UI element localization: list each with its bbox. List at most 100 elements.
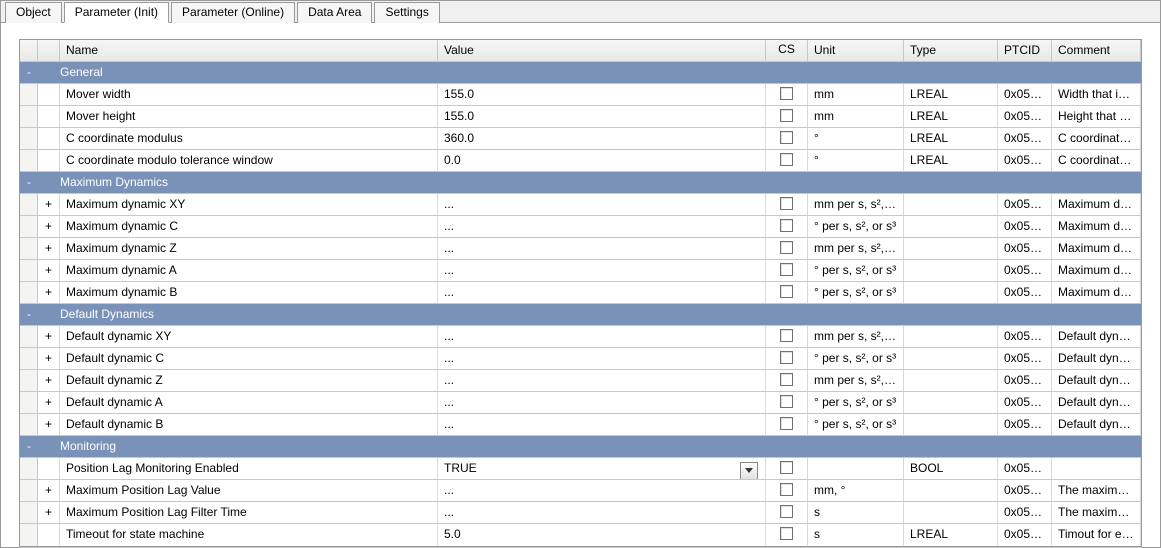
cell-cs[interactable] bbox=[766, 260, 808, 281]
cell-value[interactable]: ... bbox=[444, 219, 454, 233]
cell-value[interactable]: TRUE bbox=[444, 461, 477, 475]
checkbox[interactable] bbox=[780, 373, 793, 386]
group-row[interactable]: -Default Dynamics bbox=[20, 304, 1141, 326]
cell-cs[interactable] bbox=[766, 106, 808, 127]
cell-cs[interactable] bbox=[766, 524, 808, 546]
cell-cs[interactable] bbox=[766, 502, 808, 523]
cell-value[interactable]: 360.0 bbox=[444, 131, 474, 145]
cell-value-wrap[interactable]: 360.0 bbox=[438, 128, 766, 149]
tab-object[interactable]: Object bbox=[5, 2, 62, 23]
cell-value[interactable]: ... bbox=[444, 373, 454, 387]
cell-value[interactable]: ... bbox=[444, 395, 454, 409]
checkbox[interactable] bbox=[780, 219, 793, 232]
checkbox[interactable] bbox=[780, 527, 793, 540]
cell-value[interactable]: 155.0 bbox=[444, 87, 474, 101]
collapse-icon[interactable]: - bbox=[20, 62, 38, 83]
checkbox[interactable] bbox=[780, 241, 793, 254]
expand-icon[interactable]: + bbox=[38, 348, 60, 369]
header-name[interactable]: Name bbox=[60, 40, 438, 61]
cell-value-wrap[interactable]: ... bbox=[438, 260, 766, 281]
cell-value-wrap[interactable]: ... bbox=[438, 414, 766, 435]
cell-cs[interactable] bbox=[766, 458, 808, 479]
cell-value[interactable]: 0.0 bbox=[444, 153, 461, 167]
cell-value[interactable]: ... bbox=[444, 241, 454, 255]
cell-cs[interactable] bbox=[766, 282, 808, 303]
collapse-icon[interactable]: - bbox=[20, 436, 38, 457]
dropdown-button[interactable] bbox=[740, 462, 758, 479]
checkbox[interactable] bbox=[780, 417, 793, 430]
cell-value-wrap[interactable]: ... bbox=[438, 238, 766, 259]
cell-cs[interactable] bbox=[766, 348, 808, 369]
group-row[interactable]: -General bbox=[20, 62, 1141, 84]
expand-icon[interactable]: + bbox=[38, 326, 60, 347]
checkbox[interactable] bbox=[780, 131, 793, 144]
expand-icon[interactable]: + bbox=[38, 370, 60, 391]
checkbox[interactable] bbox=[780, 461, 793, 474]
header-comment[interactable]: Comment bbox=[1052, 40, 1141, 61]
checkbox[interactable] bbox=[780, 329, 793, 342]
cell-value-wrap[interactable]: ... bbox=[438, 326, 766, 347]
cell-value-wrap[interactable]: TRUE bbox=[438, 458, 766, 479]
checkbox[interactable] bbox=[780, 505, 793, 518]
tab-data-area[interactable]: Data Area bbox=[297, 2, 372, 23]
header-value[interactable]: Value bbox=[438, 40, 766, 61]
checkbox[interactable] bbox=[780, 197, 793, 210]
expand-icon[interactable]: + bbox=[38, 480, 60, 501]
tab-parameter-online-[interactable]: Parameter (Online) bbox=[171, 2, 295, 23]
checkbox[interactable] bbox=[780, 87, 793, 100]
cell-value-wrap[interactable]: ... bbox=[438, 216, 766, 237]
cell-value[interactable]: ... bbox=[444, 417, 454, 431]
checkbox[interactable] bbox=[780, 109, 793, 122]
cell-cs[interactable] bbox=[766, 392, 808, 413]
cell-value[interactable]: ... bbox=[444, 285, 454, 299]
cell-value-wrap[interactable]: ... bbox=[438, 348, 766, 369]
cell-cs[interactable] bbox=[766, 84, 808, 105]
cell-value[interactable]: ... bbox=[444, 263, 454, 277]
cell-value-wrap[interactable]: ... bbox=[438, 480, 766, 501]
cell-value[interactable]: 5.0 bbox=[444, 527, 461, 541]
checkbox[interactable] bbox=[780, 395, 793, 408]
cell-cs[interactable] bbox=[766, 480, 808, 501]
expand-icon[interactable]: + bbox=[38, 260, 60, 281]
cell-value-wrap[interactable]: ... bbox=[438, 194, 766, 215]
cell-cs[interactable] bbox=[766, 194, 808, 215]
checkbox[interactable] bbox=[780, 263, 793, 276]
expand-icon[interactable]: + bbox=[38, 194, 60, 215]
cell-cs[interactable] bbox=[766, 128, 808, 149]
cell-value[interactable]: ... bbox=[444, 329, 454, 343]
header-cs[interactable]: CS bbox=[766, 40, 808, 61]
expand-icon[interactable]: + bbox=[38, 414, 60, 435]
cell-value-wrap[interactable]: 155.0 bbox=[438, 106, 766, 127]
checkbox[interactable] bbox=[780, 351, 793, 364]
cell-cs[interactable] bbox=[766, 238, 808, 259]
cell-value-wrap[interactable]: ... bbox=[438, 392, 766, 413]
expand-icon[interactable]: + bbox=[38, 392, 60, 413]
cell-value-wrap[interactable]: 0.0 bbox=[438, 150, 766, 171]
header-unit[interactable]: Unit bbox=[808, 40, 904, 61]
tab-parameter-init-[interactable]: Parameter (Init) bbox=[64, 2, 169, 23]
expand-icon[interactable]: + bbox=[38, 216, 60, 237]
collapse-icon[interactable]: - bbox=[20, 304, 38, 325]
group-row[interactable]: -Maximum Dynamics bbox=[20, 172, 1141, 194]
cell-value-wrap[interactable]: ... bbox=[438, 282, 766, 303]
cell-value-wrap[interactable]: 5.0 bbox=[438, 524, 766, 546]
cell-value[interactable]: ... bbox=[444, 483, 454, 497]
cell-value[interactable]: ... bbox=[444, 505, 454, 519]
collapse-icon[interactable]: - bbox=[20, 172, 38, 193]
tab-settings[interactable]: Settings bbox=[374, 2, 439, 23]
cell-cs[interactable] bbox=[766, 326, 808, 347]
cell-value[interactable]: 155.0 bbox=[444, 109, 474, 123]
cell-value-wrap[interactable]: 155.0 bbox=[438, 84, 766, 105]
cell-cs[interactable] bbox=[766, 414, 808, 435]
cell-value[interactable]: ... bbox=[444, 197, 454, 211]
expand-icon[interactable]: + bbox=[38, 502, 60, 523]
cell-value-wrap[interactable]: ... bbox=[438, 370, 766, 391]
cell-cs[interactable] bbox=[766, 216, 808, 237]
header-type[interactable]: Type bbox=[904, 40, 998, 61]
group-row[interactable]: -Monitoring bbox=[20, 436, 1141, 458]
checkbox[interactable] bbox=[780, 153, 793, 166]
cell-cs[interactable] bbox=[766, 370, 808, 391]
expand-icon[interactable]: + bbox=[38, 238, 60, 259]
cell-value[interactable]: ... bbox=[444, 351, 454, 365]
checkbox[interactable] bbox=[780, 483, 793, 496]
